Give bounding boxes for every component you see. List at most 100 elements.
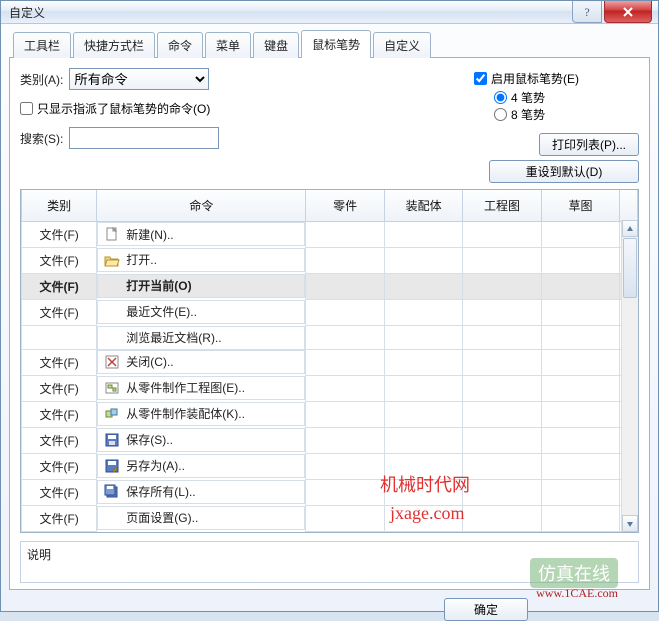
table-row[interactable]: 文件(F)打开当前(O): [22, 274, 638, 300]
cell-part[interactable]: [306, 480, 384, 506]
cell-assembly[interactable]: [384, 326, 462, 350]
cell-assembly[interactable]: [384, 300, 462, 326]
gesture-4-radio[interactable]: 4 笔势: [494, 89, 545, 106]
cell-assembly[interactable]: [384, 222, 462, 248]
category-label: 类别(A):: [20, 71, 63, 88]
cell-drawing[interactable]: [463, 222, 541, 248]
cell-part[interactable]: [306, 350, 384, 376]
cell-assembly[interactable]: [384, 274, 462, 300]
cell-drawing[interactable]: [463, 428, 541, 454]
cell-sketch[interactable]: [541, 480, 619, 506]
cell-drawing[interactable]: [463, 248, 541, 274]
cell-part[interactable]: [306, 454, 384, 480]
cell-drawing[interactable]: [463, 274, 541, 300]
cell-sketch[interactable]: [541, 402, 619, 428]
cell-part[interactable]: [306, 402, 384, 428]
cell-drawing[interactable]: [463, 350, 541, 376]
table-row[interactable]: 浏览最近文档(R)..: [22, 326, 638, 350]
cell-sketch[interactable]: [541, 350, 619, 376]
th-drawing[interactable]: 工程图: [463, 190, 541, 222]
command-table-wrap: 类别 命令 零件 装配体 工程图 草图 文件(F)新建(N)..文件(F)打开.…: [20, 189, 639, 533]
cell-category: 文件(F): [22, 248, 97, 274]
titlebar: 自定义 ?: [1, 1, 658, 24]
cell-part[interactable]: [306, 428, 384, 454]
cell-part[interactable]: [306, 274, 384, 300]
help-button[interactable]: ?: [572, 1, 602, 23]
enable-gestures-input[interactable]: [474, 72, 487, 85]
cell-sketch[interactable]: [541, 376, 619, 402]
th-sketch[interactable]: 草图: [541, 190, 619, 222]
table-row[interactable]: 文件(F)最近文件(E)..: [22, 300, 638, 326]
table-row[interactable]: 文件(F)从零件制作工程图(E)..: [22, 376, 638, 402]
cell-part[interactable]: [306, 326, 384, 350]
search-input[interactable]: [69, 127, 219, 149]
tab-shortcut-bars[interactable]: 快捷方式栏: [73, 32, 155, 58]
cell-sketch[interactable]: [541, 248, 619, 274]
cell-sketch[interactable]: [541, 274, 619, 300]
tab-commands[interactable]: 命令: [157, 32, 203, 58]
tab-mouse-gestures[interactable]: 鼠标笔势: [301, 30, 371, 58]
cell-command: 保存所有(L)..: [97, 480, 305, 504]
cell-category: 文件(F): [22, 274, 97, 300]
th-assembly[interactable]: 装配体: [384, 190, 462, 222]
cell-assembly[interactable]: [384, 248, 462, 274]
cell-assembly[interactable]: [384, 350, 462, 376]
table-row[interactable]: 文件(F)新建(N)..: [22, 222, 638, 248]
table-row[interactable]: 文件(F)另存为(A)..: [22, 454, 638, 480]
cell-drawing[interactable]: [463, 402, 541, 428]
only-assigned-checkbox[interactable]: 只显示指派了鼠标笔势的命令(O): [20, 100, 210, 117]
tab-toolbars[interactable]: 工具栏: [13, 32, 71, 58]
table-row[interactable]: 文件(F)保存所有(L)..: [22, 480, 638, 506]
cell-assembly[interactable]: [384, 506, 462, 532]
cell-part[interactable]: [306, 376, 384, 402]
cell-sketch[interactable]: [541, 326, 619, 350]
reset-defaults-button[interactable]: 重设到默认(D): [489, 160, 639, 183]
print-list-button[interactable]: 打印列表(P)...: [539, 133, 639, 156]
table-row[interactable]: 文件(F)页面设置(G)..: [22, 506, 638, 532]
tab-menus[interactable]: 菜单: [205, 32, 251, 58]
vertical-scrollbar[interactable]: [621, 220, 638, 532]
cell-assembly[interactable]: [384, 480, 462, 506]
scroll-down-button[interactable]: [622, 515, 638, 532]
cell-sketch[interactable]: [541, 506, 619, 532]
cell-drawing[interactable]: [463, 326, 541, 350]
cell-drawing[interactable]: [463, 300, 541, 326]
cell-sketch[interactable]: [541, 454, 619, 480]
cell-assembly[interactable]: [384, 428, 462, 454]
gesture-8-radio[interactable]: 8 笔势: [494, 106, 545, 123]
scroll-thumb[interactable]: [623, 238, 637, 298]
cell-assembly[interactable]: [384, 454, 462, 480]
panel: 类别(A): 所有命令 只显示指派了鼠标笔势的命令(O) 搜索(S):: [9, 58, 650, 590]
th-part[interactable]: 零件: [306, 190, 384, 222]
cell-sketch[interactable]: [541, 222, 619, 248]
table-row[interactable]: 文件(F)从零件制作装配体(K)..: [22, 402, 638, 428]
ok-button[interactable]: 确定: [444, 598, 528, 621]
th-category[interactable]: 类别: [22, 190, 97, 222]
cell-drawing[interactable]: [463, 376, 541, 402]
cell-part[interactable]: [306, 248, 384, 274]
table-row[interactable]: 文件(F)保存(S)..: [22, 428, 638, 454]
scroll-up-button[interactable]: [622, 220, 638, 237]
cell-part[interactable]: [306, 300, 384, 326]
close-button[interactable]: [604, 1, 652, 23]
cell-category: 文件(F): [22, 454, 97, 480]
category-combo[interactable]: 所有命令: [69, 68, 209, 90]
cell-part[interactable]: [306, 222, 384, 248]
cell-part[interactable]: [306, 506, 384, 532]
cell-command: 关闭(C)..: [97, 350, 305, 374]
tab-keyboard[interactable]: 键盘: [253, 32, 299, 58]
cell-drawing[interactable]: [463, 506, 541, 532]
cell-drawing[interactable]: [463, 454, 541, 480]
cell-sketch[interactable]: [541, 428, 619, 454]
only-assigned-input[interactable]: [20, 102, 33, 115]
table-row[interactable]: 文件(F)打开..: [22, 248, 638, 274]
tab-customize[interactable]: 自定义: [373, 32, 431, 58]
th-command[interactable]: 命令: [97, 190, 306, 222]
enable-gestures-checkbox[interactable]: 启用鼠标笔势(E): [474, 70, 579, 87]
table-row[interactable]: 文件(F)关闭(C)..: [22, 350, 638, 376]
cell-category: 文件(F): [22, 506, 97, 532]
cell-assembly[interactable]: [384, 402, 462, 428]
cell-drawing[interactable]: [463, 480, 541, 506]
cell-sketch[interactable]: [541, 300, 619, 326]
cell-assembly[interactable]: [384, 376, 462, 402]
